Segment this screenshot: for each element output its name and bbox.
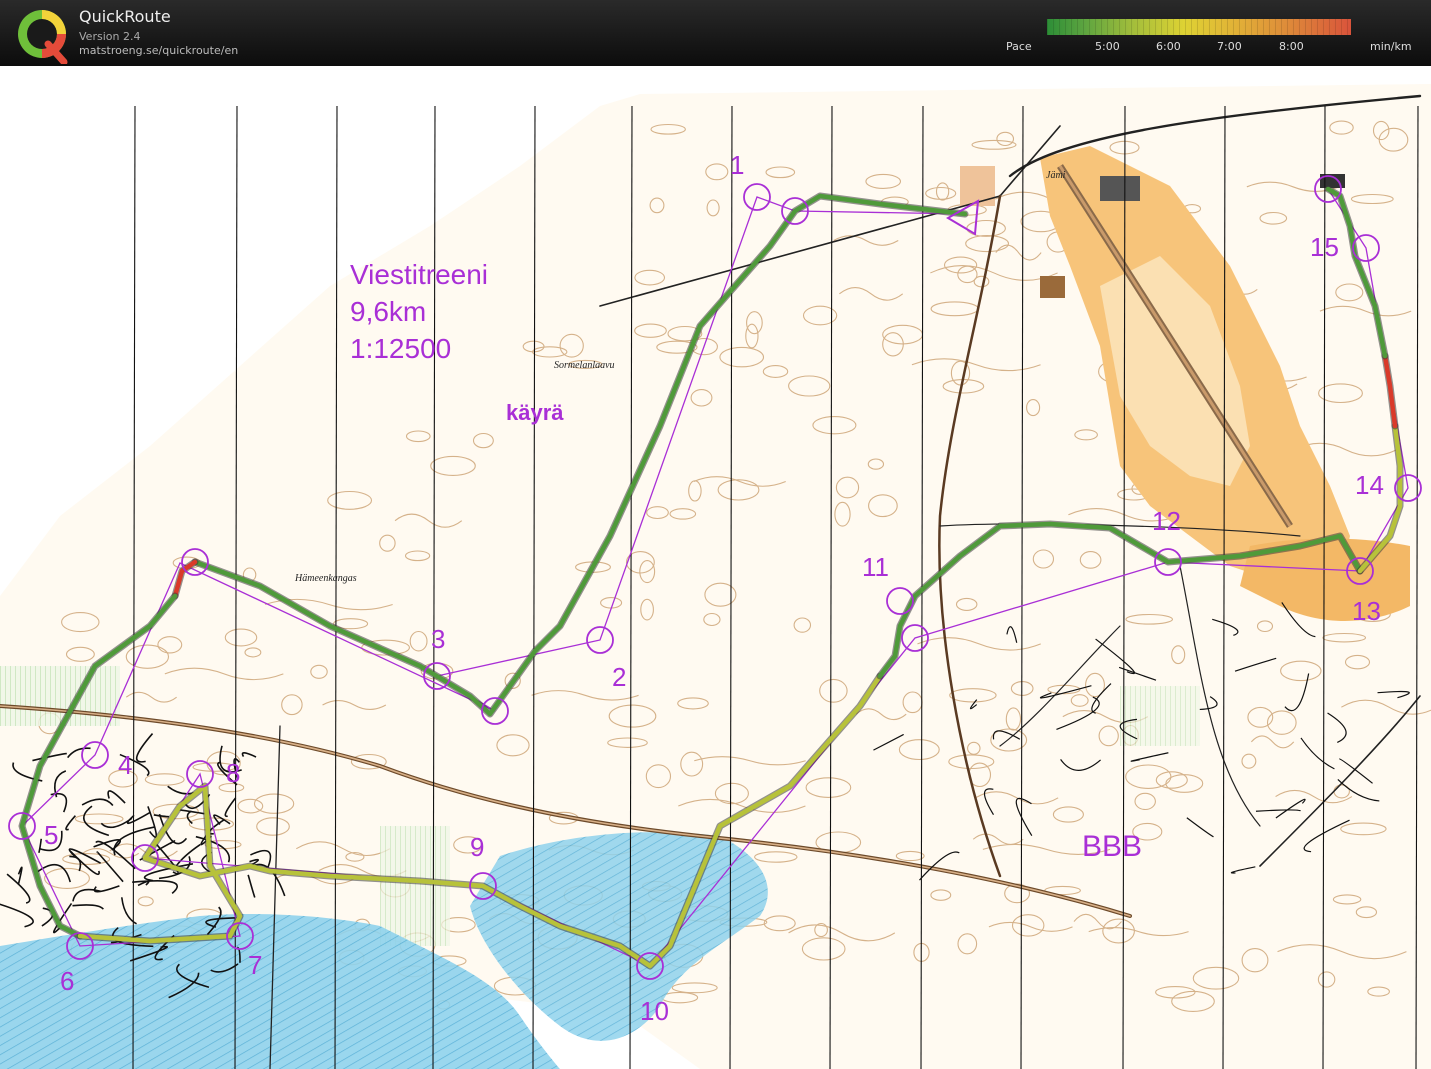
control-number-14: 14 bbox=[1355, 470, 1384, 500]
place-name-sormelanlaavu: Sormelanlaavu bbox=[554, 360, 615, 371]
orienteering-map[interactable]: 1 2 3 4 5 6 7 8 9 10 11 12 13 14 15 Vies… bbox=[0, 66, 1431, 1069]
control-number-7: 7 bbox=[248, 950, 262, 980]
control-number-5: 5 bbox=[44, 820, 58, 850]
pace-tick-2: 6:00 bbox=[1156, 40, 1181, 53]
pace-tick-3: 7:00 bbox=[1217, 40, 1242, 53]
map-title-line-3: 1:12500 bbox=[350, 333, 451, 364]
control-number-10: 10 bbox=[640, 996, 669, 1026]
control-number-1: 1 bbox=[730, 150, 744, 180]
control-number-3: 3 bbox=[431, 624, 445, 654]
pace-label: Pace bbox=[1006, 40, 1032, 53]
map-label-kayra: käyrä bbox=[506, 400, 564, 425]
building bbox=[1040, 276, 1065, 298]
place-name-hameenkangas: Hämeenkangas bbox=[294, 573, 357, 584]
pace-tick-4: 8:00 bbox=[1279, 40, 1304, 53]
pace-unit: min/km bbox=[1370, 40, 1412, 53]
control-number-4: 4 bbox=[118, 750, 132, 780]
map-title-line-2: 9,6km bbox=[350, 296, 426, 327]
app-title: QuickRoute bbox=[79, 7, 171, 26]
app-version: Version 2.4 bbox=[79, 30, 141, 43]
building bbox=[1100, 176, 1140, 201]
control-number-11: 11 bbox=[862, 552, 889, 582]
control-number-9: 9 bbox=[470, 832, 484, 862]
control-number-15: 15 bbox=[1310, 232, 1339, 262]
pace-color-scale bbox=[1047, 19, 1351, 35]
app-url-link[interactable]: matstroeng.se/quickroute/en bbox=[79, 44, 238, 57]
control-number-8: 8 bbox=[226, 758, 240, 788]
app-header: QuickRoute Version 2.4 matstroeng.se/qui… bbox=[0, 0, 1431, 66]
quickroute-logo-icon bbox=[18, 10, 68, 64]
control-number-2: 2 bbox=[612, 662, 626, 692]
building-area bbox=[960, 166, 995, 206]
control-number-6: 6 bbox=[60, 966, 74, 996]
control-number-12: 12 bbox=[1152, 506, 1181, 536]
map-label-bbb: BBB bbox=[1082, 830, 1142, 863]
control-number-13: 13 bbox=[1352, 596, 1381, 626]
vegetation-patch bbox=[0, 666, 120, 726]
place-name-jami: Jämi bbox=[1046, 170, 1066, 181]
pace-tick-1: 5:00 bbox=[1095, 40, 1120, 53]
map-title-line-1: Viestitreeni bbox=[350, 259, 488, 290]
